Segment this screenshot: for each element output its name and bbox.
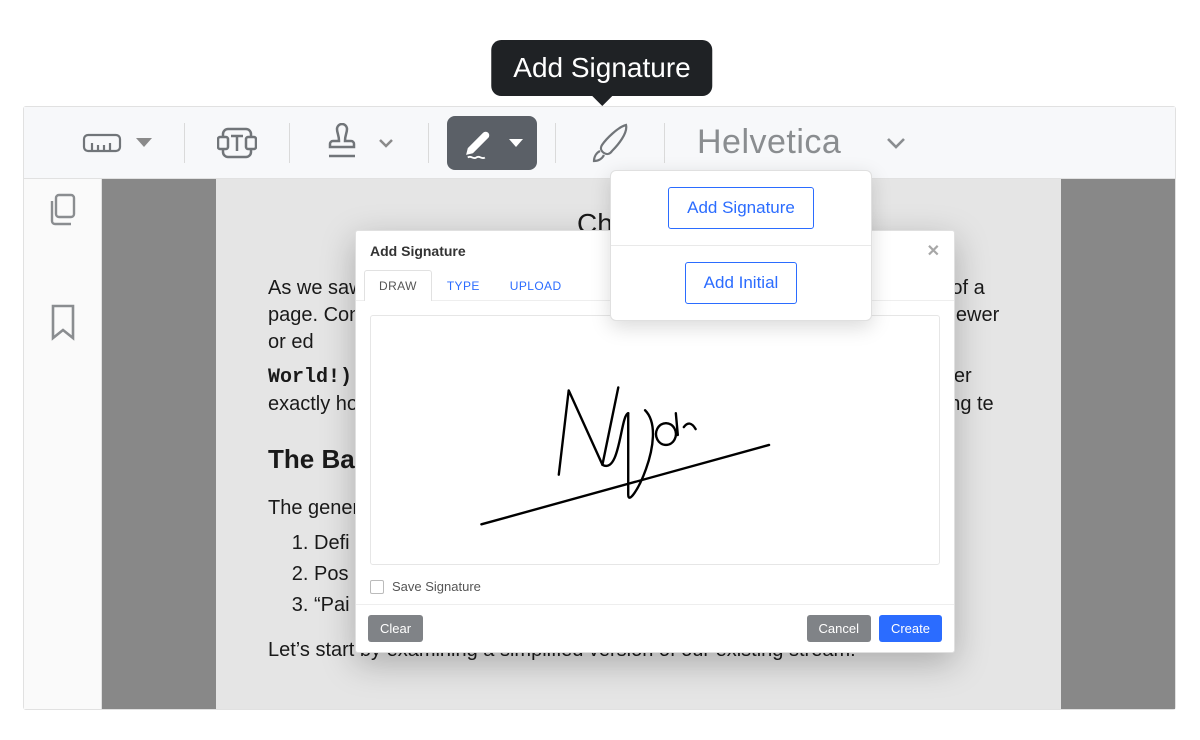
toolbar-separator xyxy=(664,123,665,163)
text-box-icon xyxy=(217,123,257,163)
bookmark-icon xyxy=(46,329,80,346)
tab-draw[interactable]: DRAW xyxy=(364,270,432,301)
signature-draw-canvas[interactable] xyxy=(370,315,940,565)
toolbar-separator xyxy=(555,123,556,163)
cancel-button[interactable]: Cancel xyxy=(807,615,871,642)
stamp-icon xyxy=(322,123,362,163)
tooltip-add-signature: Add Signature xyxy=(491,40,712,96)
brush-button[interactable] xyxy=(574,111,646,175)
add-signature-menu-item[interactable]: Add Signature xyxy=(668,187,814,229)
measure-tool-button[interactable] xyxy=(68,113,166,173)
chevron-down-icon xyxy=(376,133,396,153)
close-icon[interactable]: ✕ xyxy=(927,241,940,261)
signature-menu: Add Signature Add Initial xyxy=(610,170,872,321)
pages-icon xyxy=(45,214,81,231)
brush-icon xyxy=(588,121,632,165)
create-button[interactable]: Create xyxy=(879,615,942,642)
toolbar-separator xyxy=(289,123,290,163)
font-selector[interactable]: Helvetica xyxy=(683,113,921,172)
save-signature-checkbox[interactable] xyxy=(370,580,384,594)
chevron-down-icon xyxy=(136,138,152,147)
signature-button[interactable] xyxy=(447,116,537,170)
text-box-button[interactable] xyxy=(203,113,271,173)
save-signature-label: Save Signature xyxy=(392,579,481,594)
toolbar-separator xyxy=(184,123,185,163)
bookmarks-button[interactable] xyxy=(46,302,80,347)
toolbar-separator xyxy=(428,123,429,163)
font-name-label: Helvetica xyxy=(697,123,841,162)
tab-upload[interactable]: UPLOAD xyxy=(495,270,577,301)
chevron-down-icon xyxy=(885,132,907,154)
sidebar xyxy=(24,179,102,709)
measure-rule-icon xyxy=(82,123,122,163)
toolbar: Helvetica xyxy=(24,107,1175,179)
stamp-button[interactable] xyxy=(308,113,410,173)
tab-type[interactable]: TYPE xyxy=(432,270,495,301)
modal-title: Add Signature xyxy=(370,243,466,259)
thumbnails-button[interactable] xyxy=(45,191,81,232)
signature-pen-icon xyxy=(461,126,495,160)
tooltip-label: Add Signature xyxy=(513,52,690,83)
chevron-down-icon xyxy=(509,139,523,147)
clear-button[interactable]: Clear xyxy=(368,615,423,642)
add-initial-menu-item[interactable]: Add Initial xyxy=(685,262,798,304)
